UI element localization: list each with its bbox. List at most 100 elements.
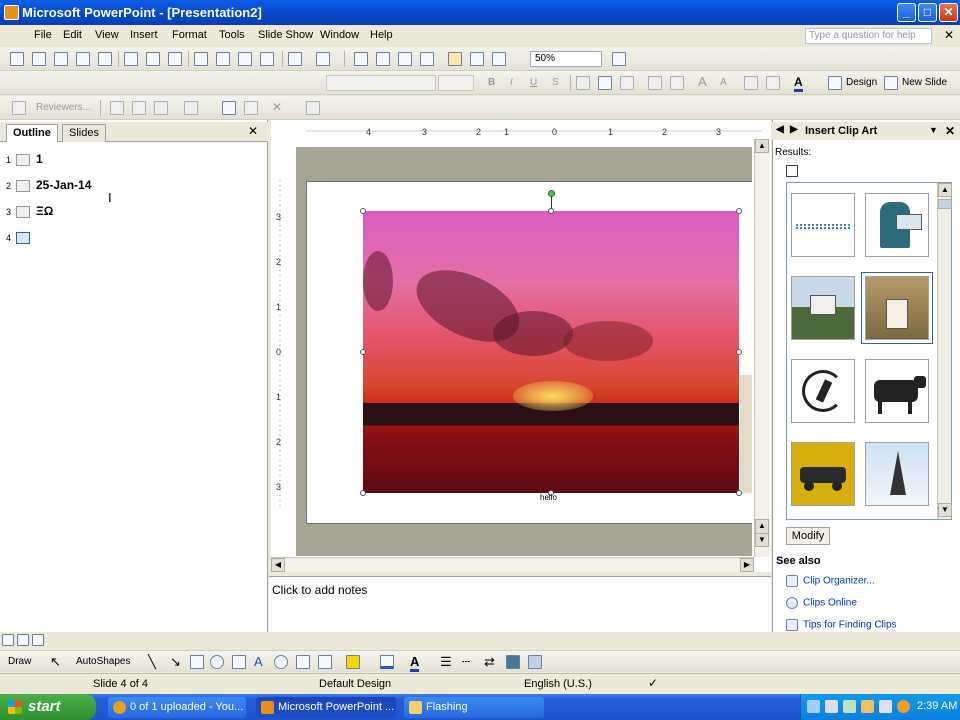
tray-icon[interactable] bbox=[897, 700, 910, 713]
start-button[interactable]: start bbox=[0, 694, 96, 720]
font-size-select[interactable] bbox=[438, 75, 474, 91]
close-icon[interactable]: ✕ bbox=[939, 3, 958, 22]
vertical-scrollbar[interactable]: ▲ ▲ ▼ bbox=[754, 139, 770, 557]
tray-icon[interactable] bbox=[825, 700, 838, 713]
clip-runner[interactable] bbox=[791, 359, 855, 423]
autoshapes-menu[interactable]: AutoShapes bbox=[76, 656, 131, 667]
cut-icon[interactable] bbox=[194, 52, 208, 66]
spelling-icon[interactable] bbox=[168, 52, 182, 66]
clip-organizer-link[interactable]: Clip Organizer... bbox=[786, 575, 875, 587]
grid-icon[interactable] bbox=[492, 52, 506, 66]
italic-icon[interactable]: I bbox=[510, 77, 513, 88]
forward-arrow-icon[interactable]: ▶ bbox=[790, 124, 798, 135]
edit-comment-icon[interactable] bbox=[244, 101, 258, 115]
taskbar-item-flashing[interactable]: Flashing bbox=[404, 697, 544, 718]
menu-tools[interactable]: Tools bbox=[219, 29, 245, 41]
sunset-picture[interactable] bbox=[363, 211, 739, 493]
tips-link[interactable]: Tips for Finding Clips bbox=[786, 619, 897, 631]
shadow-style-icon[interactable] bbox=[506, 655, 520, 669]
show-formatting-icon[interactable] bbox=[470, 52, 484, 66]
3d-style-icon[interactable] bbox=[528, 655, 542, 669]
bullets-icon[interactable] bbox=[670, 76, 684, 90]
doc-close-icon[interactable]: ✕ bbox=[944, 28, 954, 42]
menu-window[interactable]: Window bbox=[320, 29, 359, 41]
tab-outline[interactable]: Outline bbox=[6, 124, 58, 142]
clip-cow[interactable] bbox=[865, 359, 929, 423]
slideshow-icon[interactable] bbox=[32, 634, 44, 646]
tables-borders-icon[interactable] bbox=[398, 52, 412, 66]
resize-handle[interactable] bbox=[360, 490, 366, 496]
open-icon[interactable] bbox=[32, 52, 46, 66]
new-icon[interactable] bbox=[10, 52, 24, 66]
center-icon[interactable] bbox=[598, 76, 612, 90]
tray-icon[interactable] bbox=[861, 700, 874, 713]
print-icon[interactable] bbox=[124, 52, 138, 66]
slide-sorter-icon[interactable] bbox=[17, 634, 29, 646]
notes-pane[interactable]: Click to add notes bbox=[269, 576, 771, 632]
line-icon[interactable]: ╲ bbox=[148, 654, 156, 670]
menu-help[interactable]: Help bbox=[370, 29, 393, 41]
permission-icon[interactable] bbox=[76, 52, 90, 66]
delete-comment-icon[interactable] bbox=[184, 101, 198, 115]
back-arrow-icon[interactable]: ◀ bbox=[776, 124, 784, 135]
menu-slide-show[interactable]: Slide Show bbox=[258, 29, 313, 41]
format-painter-icon[interactable] bbox=[260, 52, 274, 66]
help-search-input[interactable]: Type a question for help bbox=[805, 28, 932, 44]
outline-item[interactable]: 2 25-Jan-14 bbox=[6, 178, 91, 192]
fill-color-icon[interactable] bbox=[346, 655, 360, 669]
clip-eiffel-tower[interactable] bbox=[865, 442, 929, 506]
numbering-icon[interactable] bbox=[648, 76, 662, 90]
taskbar-item-browser[interactable]: 0 of 1 uploaded - You... bbox=[108, 697, 246, 718]
copy-icon[interactable] bbox=[216, 52, 230, 66]
zoom-select[interactable]: 50% bbox=[530, 51, 602, 67]
clipart-icon[interactable] bbox=[296, 655, 310, 669]
design-icon[interactable] bbox=[828, 76, 842, 90]
task-pane-menu-icon[interactable]: ▼ bbox=[929, 125, 938, 135]
outline-item[interactable]: 4 bbox=[6, 230, 36, 244]
expand-all-icon[interactable] bbox=[448, 52, 462, 66]
tray-icon[interactable] bbox=[843, 700, 856, 713]
minimize-icon[interactable]: _ bbox=[897, 3, 916, 22]
picture-icon[interactable] bbox=[318, 655, 332, 669]
close-task-pane-icon[interactable]: ✕ bbox=[945, 124, 955, 138]
close-pane-icon[interactable]: ✕ bbox=[248, 124, 258, 138]
font-color-icon[interactable]: A bbox=[794, 75, 803, 92]
taskbar-item-powerpoint[interactable]: Microsoft PowerPoint ... bbox=[256, 697, 396, 718]
bold-icon[interactable]: B bbox=[488, 77, 495, 88]
increase-font-icon[interactable]: A bbox=[698, 74, 707, 89]
volume-icon[interactable] bbox=[879, 700, 892, 713]
tab-slides[interactable]: Slides bbox=[62, 124, 106, 142]
resize-handle[interactable] bbox=[548, 208, 554, 214]
arrow-icon[interactable]: ↘ bbox=[170, 654, 181, 670]
modify-button[interactable]: Modify bbox=[786, 527, 830, 545]
table-icon[interactable] bbox=[376, 52, 390, 66]
align-left-icon[interactable] bbox=[576, 76, 590, 90]
dash-style-icon[interactable]: ┄ bbox=[462, 654, 470, 670]
clip-photographer[interactable] bbox=[865, 193, 929, 257]
app-icon[interactable] bbox=[4, 5, 19, 20]
menu-format[interactable]: Format bbox=[172, 29, 207, 41]
arrow-style-icon[interactable]: ⇄ bbox=[484, 654, 495, 670]
email-icon[interactable] bbox=[98, 52, 112, 66]
maximize-icon[interactable]: □ bbox=[918, 3, 937, 22]
delete-icon[interactable]: ✕ bbox=[272, 100, 282, 114]
decrease-font-icon[interactable]: A bbox=[720, 77, 727, 88]
design-button[interactable]: Design bbox=[846, 77, 877, 88]
align-right-icon[interactable] bbox=[620, 76, 634, 90]
font-color-draw-icon[interactable]: A bbox=[410, 654, 420, 672]
markup-icon[interactable] bbox=[12, 101, 26, 115]
clips-online-link[interactable]: Clips Online bbox=[786, 597, 857, 609]
menu-insert[interactable]: Insert bbox=[130, 29, 158, 41]
insert-clipart-icon[interactable] bbox=[420, 52, 434, 66]
outline-item[interactable]: 11 bbox=[6, 152, 43, 166]
select-pointer-icon[interactable]: ↖ bbox=[50, 654, 61, 670]
clip-truck[interactable] bbox=[791, 442, 855, 506]
menu-view[interactable]: View bbox=[95, 29, 119, 41]
clip-house[interactable] bbox=[791, 276, 855, 340]
draw-menu[interactable]: Draw bbox=[8, 656, 31, 667]
clip-scrollbar[interactable]: ▲ ▼ bbox=[937, 183, 952, 519]
menu-edit[interactable]: Edit bbox=[63, 29, 82, 41]
redo-icon[interactable] bbox=[316, 52, 330, 66]
wordart-icon[interactable]: A bbox=[254, 654, 263, 669]
resize-handle[interactable] bbox=[360, 208, 366, 214]
